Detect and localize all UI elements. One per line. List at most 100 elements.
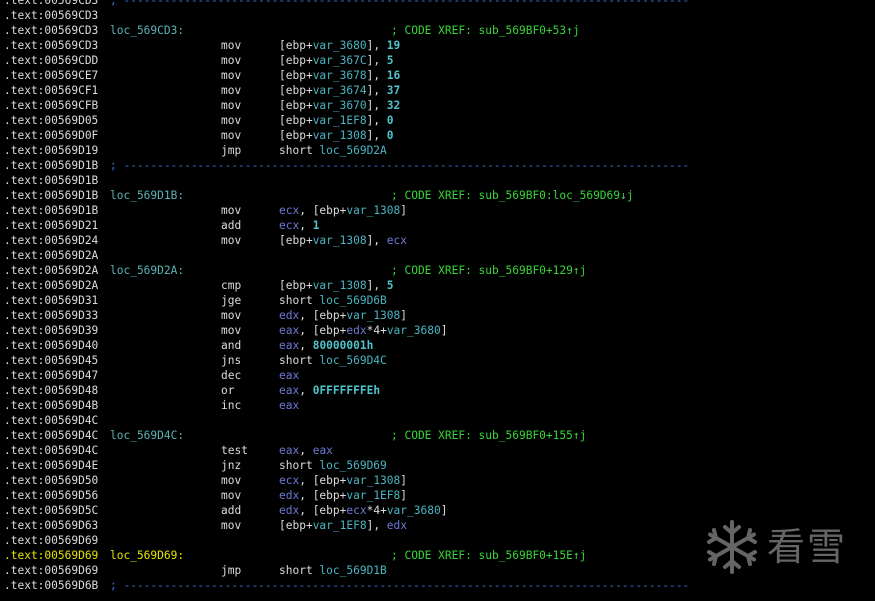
code-line[interactable]: .text:00569D2A loc_569D2A: ; CODE XREF: su… [0,263,875,278]
code-line[interactable]: .text:00569D31 jge short loc_569D6B [0,293,875,308]
number-token: 80000001h [312,339,374,352]
code-label[interactable]: loc_569D69: [110,548,184,563]
operand-text: [ebp+ [279,279,313,292]
operand-text: ], [366,234,387,247]
variable-token[interactable]: var_1308 [346,204,400,217]
instruction-mnemonic: mov [221,489,242,502]
variable-token[interactable]: var_1308 [346,474,400,487]
code-label[interactable]: loc_569D4C: [110,428,184,443]
code-line[interactable]: .text:00569CE7 mov [ebp+var_3678], 16 [0,68,875,83]
variable-token[interactable]: var_1308 [346,309,400,322]
code-line[interactable]: .text:00569D4C test eax, eax [0,443,875,458]
operand-text: ] [400,309,408,322]
location-link[interactable]: loc_569D4C [319,354,386,367]
xref-comment[interactable]: ; CODE XREF: sub_569BF0:loc_569D69↓j [391,188,633,203]
xref-comment[interactable]: ; CODE XREF: sub_569BF0+53↑j [391,23,580,38]
code-line[interactable]: .text:00569D4E jnz short loc_569D69 [0,458,875,473]
operand-text: [ebp+ [279,39,313,52]
code-line[interactable]: .text:00569CD3 [0,8,875,23]
address: .text:00569D2A [4,279,99,292]
variable-token[interactable]: var_367C [313,54,367,67]
code-line[interactable]: .text:00569D39 mov eax, [ebp+edx*4+var_368… [0,323,875,338]
variable-token[interactable]: var_3680 [387,504,441,517]
variable-token[interactable]: var_3674 [313,84,367,97]
instruction-operands: [ebp+var_3670], 32 [279,98,400,113]
address: .text:00569D0F [4,129,99,142]
code-line[interactable]: .text:00569D19 jmp short loc_569D2A [0,143,875,158]
address: .text:00569D50 [4,474,99,487]
xref-comment[interactable]: ; CODE XREF: sub_569BF0+129↑j [391,263,586,278]
code-line[interactable]: .text:00569D2A cmp [ebp+var_1308], 5 [0,278,875,293]
code-line[interactable]: .text:00569D1B loc_569D1B: ; CODE XREF: su… [0,188,875,203]
address: .text:00569CD3 [4,0,99,7]
operand-text: *4+ [366,324,387,337]
address: .text:00569D1B [4,159,99,172]
address: .text:00569D2A [4,249,99,262]
location-link[interactable]: loc_569D69 [319,459,386,472]
code-line[interactable]: .text:00569D05 mov [ebp+var_1EF8], 0 [0,113,875,128]
variable-token[interactable]: var_3670 [313,99,367,112]
code-line[interactable]: .text:00569D56 mov edx, [ebp+var_1EF8] [0,488,875,503]
operand-text: ] [440,324,448,337]
code-line[interactable]: .text:00569D33 mov edx, [ebp+var_1308] [0,308,875,323]
instruction-mnemonic: add [221,219,242,232]
code-line[interactable]: .text:00569D50 mov ecx, [ebp+var_1308] [0,473,875,488]
instruction-mnemonic: and [221,339,242,352]
code-label[interactable]: loc_569D1B: [110,188,184,203]
code-line[interactable]: .text:00569D24 mov [ebp+var_1308], ecx [0,233,875,248]
location-link[interactable]: loc_569D1B [319,564,386,577]
variable-token[interactable]: var_1308 [313,279,367,292]
address: .text:00569CE7 [4,69,99,82]
code-line[interactable]: .text:00569D1B [0,173,875,188]
code-line[interactable]: .text:00569CD3 mov [ebp+var_3680], 19 [0,38,875,53]
variable-token[interactable]: var_1EF8 [313,114,367,127]
disassembly-listing[interactable]: .text:00569CD3 ; ------------------------… [0,0,875,593]
code-line[interactable]: .text:00569D40 and eax, 80000001h [0,338,875,353]
separator-line: ; --------------------------------------… [110,159,690,172]
code-line[interactable]: .text:00569D1B mov ecx, [ebp+var_1308] [0,203,875,218]
code-line[interactable]: .text:00569D1B ; ------------------------… [0,158,875,173]
xref-comment[interactable]: ; CODE XREF: sub_569BF0+15E↑j [391,548,586,563]
variable-token[interactable]: var_1EF8 [313,519,367,532]
code-label[interactable]: loc_569CD3: [110,23,184,38]
code-label[interactable]: loc_569D2A: [110,263,184,278]
snowflake-icon [707,520,757,574]
variable-token[interactable]: var_3678 [313,69,367,82]
location-link[interactable]: loc_569D2A [319,144,386,157]
code-line[interactable]: .text:00569D5C add edx, [ebp+ecx*4+var_368… [0,503,875,518]
code-line[interactable]: .text:00569CD3 ; ------------------------… [0,0,875,8]
variable-token[interactable]: var_1308 [313,234,367,247]
instruction-operands: [ebp+var_367C], 5 [279,53,394,68]
code-line[interactable]: .text:00569D6B ; ------------------------… [0,578,875,593]
location-link[interactable]: loc_569D6B [319,294,386,307]
variable-token[interactable]: var_1308 [313,129,367,142]
variable-token[interactable]: var_1EF8 [346,489,400,502]
instruction-mnemonic: or [221,384,235,397]
code-line[interactable]: .text:00569CDD mov [ebp+var_367C], 5 [0,53,875,68]
code-line[interactable]: .text:00569D48 or eax, 0FFFFFFFEh [0,383,875,398]
xref-comment[interactable]: ; CODE XREF: sub_569BF0+155↑j [391,428,586,443]
register-token: eax [279,324,300,337]
code-line[interactable]: .text:00569D2A [0,248,875,263]
code-line[interactable]: .text:00569CF1 mov [ebp+var_3674], 37 [0,83,875,98]
variable-token[interactable]: var_3680 [313,39,367,52]
operand-text: [ebp+ [279,84,313,97]
address: .text:00569D24 [4,234,99,247]
instruction-operands: eax, 0FFFFFFFEh [279,383,380,398]
operand-text: , [ebp+ [299,204,347,217]
code-line[interactable]: .text:00569D4C [0,413,875,428]
code-line[interactable]: .text:00569D21 add ecx, 1 [0,218,875,233]
register-token: ecx [279,219,300,232]
code-line[interactable]: .text:00569CFB mov [ebp+var_3670], 32 [0,98,875,113]
operand-text: ] [440,504,448,517]
code-line[interactable]: .text:00569D45 jns short loc_569D4C [0,353,875,368]
code-line[interactable]: .text:00569D4C loc_569D4C: ; CODE XREF: su… [0,428,875,443]
address: .text:00569D56 [4,489,99,502]
code-line[interactable]: .text:00569D0F mov [ebp+var_1308], 0 [0,128,875,143]
code-line[interactable]: .text:00569D4B inc eax [0,398,875,413]
address: .text:00569CD3 [4,24,99,37]
variable-token[interactable]: var_3680 [387,324,441,337]
address: .text:00569D1B [4,189,99,202]
code-line[interactable]: .text:00569D47 dec eax [0,368,875,383]
code-line[interactable]: .text:00569CD3 loc_569CD3: ; CODE XREF: su… [0,23,875,38]
